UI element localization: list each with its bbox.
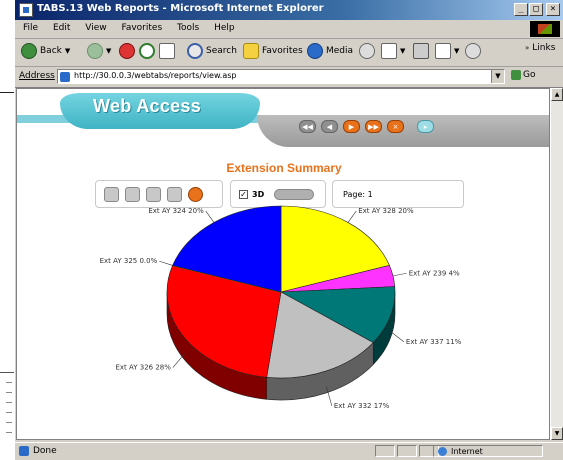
close-button[interactable]: × <box>546 3 560 16</box>
page-icon <box>19 446 29 456</box>
menu-file[interactable]: File <box>15 20 44 33</box>
refresh-button[interactable] <box>139 43 155 59</box>
back-label: Back <box>40 46 62 56</box>
window-title: TABS.13 Web Reports - Microsoft Internet… <box>37 3 324 14</box>
search-button[interactable]: Search <box>187 43 237 59</box>
standard-toolbar: Back ▼ ▼ Search Favorites Media ▼ ▼ » Li… <box>15 38 563 67</box>
edit-icon <box>435 43 451 59</box>
address-url: http://30.0.0.3/webtabs/reports/view.asp <box>74 71 237 80</box>
address-dropdown-button[interactable]: ▼ <box>491 70 504 83</box>
address-input[interactable]: http://30.0.0.3/webtabs/reports/view.asp… <box>57 69 505 84</box>
refresh-icon <box>139 43 155 59</box>
mail-icon <box>381 43 397 59</box>
back-arrow-icon <box>21 43 37 59</box>
media-button[interactable]: Media <box>307 43 353 59</box>
security-zone: Internet <box>433 445 543 457</box>
stop-icon <box>119 43 135 59</box>
links-label: Links <box>532 43 556 53</box>
search-label: Search <box>206 46 237 56</box>
go-arrow-icon <box>511 70 521 80</box>
status-bar: Done Internet <box>15 442 563 460</box>
pie-slice-label: Ext AY 326 28% <box>115 364 171 372</box>
scroll-up-button[interactable]: ▲ <box>551 88 563 101</box>
menu-help[interactable]: Help <box>208 20 241 33</box>
go-button[interactable]: Go <box>511 70 535 80</box>
maximize-button[interactable]: □ <box>529 3 543 16</box>
links-button[interactable]: » Links <box>525 43 555 53</box>
ie-app-icon <box>19 3 33 17</box>
vertical-scrollbar[interactable]: ▲ ▼ <box>550 88 563 440</box>
media-icon <box>307 43 323 59</box>
status-panel <box>375 445 395 457</box>
chevron-down-icon: ▼ <box>400 47 406 55</box>
home-icon <box>159 43 175 59</box>
pie-slice-label: Ext AY 328 20% <box>358 207 414 215</box>
pie-slice-label: Ext AY 337 11% <box>406 338 462 346</box>
stop-button[interactable] <box>119 43 135 59</box>
page: TABS.13 Web Reports - Microsoft Internet… <box>0 0 563 460</box>
page-icon <box>60 72 70 82</box>
label-leader-line <box>392 272 407 277</box>
status-panels <box>375 445 439 457</box>
label-leader-line <box>172 353 185 368</box>
text-marks <box>0 372 14 453</box>
pie-slice-label: Ext AY 324 20% <box>148 207 204 215</box>
mail-button[interactable]: ▼ <box>381 43 405 59</box>
back-button[interactable]: Back ▼ <box>21 43 70 59</box>
status-text: Done <box>19 446 57 456</box>
scroll-down-button[interactable]: ▼ <box>551 427 563 440</box>
print-icon <box>413 43 429 59</box>
label-leader-line <box>205 210 215 223</box>
history-icon <box>359 43 375 59</box>
menu-bar: File Edit View Favorites Tools Help <box>15 20 563 39</box>
print-button[interactable] <box>413 43 429 59</box>
chevrons-right-icon: » <box>525 44 530 52</box>
pie-slice-label: Ext AY 239 4% <box>409 269 460 277</box>
zone-label: Internet <box>451 446 483 456</box>
chevron-down-icon: ▼ <box>64 47 71 55</box>
address-label: Address <box>19 71 55 81</box>
globe-icon <box>438 446 447 456</box>
menu-view[interactable]: View <box>79 20 112 33</box>
page-content: Web Access ◀◀ ◀ ▶ ▶▶ × ▸ Extension Summa… <box>16 88 550 440</box>
favorites-label: Favorites <box>262 46 303 56</box>
go-label: Go <box>523 70 536 80</box>
label-leader-line <box>347 210 357 223</box>
label-leader-line <box>390 331 405 343</box>
title-bar[interactable]: TABS.13 Web Reports - Microsoft Internet… <box>15 0 563 20</box>
discuss-button[interactable] <box>465 43 481 59</box>
window-controls: _ □ × <box>514 3 560 16</box>
menu-edit[interactable]: Edit <box>47 20 76 33</box>
menu-favorites[interactable]: Favorites <box>115 20 168 33</box>
home-button[interactable] <box>159 43 175 59</box>
pie-slice-label: Ext AY 325 0.0% <box>100 257 158 265</box>
discuss-icon <box>465 43 481 59</box>
favorites-icon <box>243 43 259 59</box>
menu-tools[interactable]: Tools <box>171 20 205 33</box>
label-leader-line <box>159 260 173 266</box>
pie-slice-label: Ext AY 332 17% <box>334 402 390 410</box>
chevron-down-icon: ▼ <box>454 47 460 55</box>
pie-chart: Ext AY 328 20% Ext AY 239 4% Ext AY 337 11… <box>100 205 462 410</box>
status-done-label: Done <box>33 446 57 456</box>
windows-logo-icon <box>530 21 560 37</box>
favorites-button[interactable]: Favorites <box>243 43 303 59</box>
browser-window: TABS.13 Web Reports - Microsoft Internet… <box>14 0 563 460</box>
address-bar: Address http://30.0.0.3/webtabs/reports/… <box>15 67 563 88</box>
forward-button[interactable]: ▼ <box>87 43 111 59</box>
chevron-down-icon: ▼ <box>106 47 112 55</box>
edit-button[interactable]: ▼ <box>435 43 459 59</box>
search-icon <box>187 43 203 59</box>
history-button[interactable] <box>359 43 375 59</box>
minimize-button[interactable]: _ <box>514 3 528 16</box>
status-panel <box>397 445 417 457</box>
media-label: Media <box>326 46 354 56</box>
forward-arrow-icon <box>87 43 103 59</box>
